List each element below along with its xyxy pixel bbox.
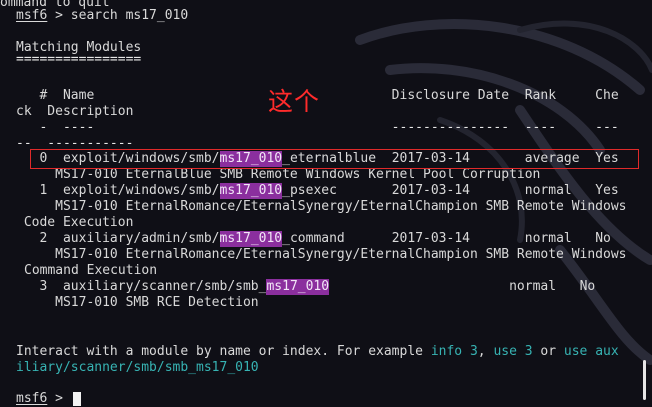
use-aux-command-link[interactable]: use aux bbox=[564, 344, 619, 360]
msf-prompt: msf6 bbox=[16, 8, 48, 23]
title-underline-text: ================ bbox=[16, 52, 142, 67]
use-aux-command-link-wrap[interactable]: iliary/scanner/smb/smb_ms17_010 bbox=[16, 360, 259, 376]
table-row[interactable]: 3 auxiliary/scanner/smb/smb_ ms17_010 no… bbox=[16, 279, 595, 295]
module-path-suffix: _command bbox=[282, 231, 392, 246]
annotation-highlight-box bbox=[30, 149, 639, 169]
rank: normal bbox=[524, 183, 596, 198]
annotation-note: 这个 bbox=[268, 87, 321, 116]
terminal-window[interactable]: ommand to quit msf6 > search ms17_010 Ma… bbox=[0, 0, 652, 406]
description-text: MS17-010 EternalBlue SMB Remote Windows … bbox=[16, 167, 541, 182]
search-match-highlight: ms17_010 bbox=[219, 231, 283, 247]
row-description: MS17-010 SMB RCE Detection bbox=[16, 295, 259, 311]
row-description: MS17-010 EternalBlue SMB Remote Windows … bbox=[16, 167, 540, 183]
interact-hint-wrap-line: iliary/scanner/smb/smb_ms17_010 bbox=[16, 360, 259, 376]
or-text: or bbox=[532, 344, 564, 359]
rank: normal bbox=[524, 231, 596, 246]
row-index: 2 bbox=[16, 231, 63, 246]
module-path-suffix bbox=[329, 279, 509, 295]
title-underline: ================ bbox=[16, 52, 141, 68]
info-command-link[interactable]: info 3 bbox=[431, 344, 478, 360]
table-header-line-2: ck Description bbox=[16, 104, 133, 120]
interact-hint-line: Interact with a module by name or index.… bbox=[16, 344, 619, 360]
row-index: 1 bbox=[16, 183, 63, 198]
table-rule-text-1: - ---- --------------- ---- --- bbox=[16, 120, 619, 135]
block-cursor-icon bbox=[72, 392, 81, 406]
table-row[interactable]: 2 auxiliary/admin/smb/ ms17_010 _command… bbox=[16, 231, 611, 247]
module-path-prefix: auxiliary/scanner/smb/smb_ bbox=[62, 279, 267, 294]
row-description-wrap: Command Execution bbox=[24, 263, 157, 279]
check: Yes bbox=[595, 183, 619, 198]
module-path-prefix: auxiliary/admin/smb/ bbox=[62, 231, 220, 246]
row-description: MS17-010 EternalRomance/EternalSynergy/E… bbox=[16, 247, 626, 263]
separator-text: , bbox=[477, 344, 494, 359]
search-command-line: msf6 > search ms17_010 bbox=[16, 8, 188, 24]
table-rule-line-1: - ---- --------------- ---- --- bbox=[16, 120, 619, 136]
disclosure-date: 2017-03-14 bbox=[391, 231, 525, 246]
rank: normal bbox=[509, 279, 580, 294]
prompt-arrow: > bbox=[47, 391, 71, 406]
check: No bbox=[595, 231, 611, 246]
check: No bbox=[579, 279, 596, 294]
active-prompt-line[interactable]: msf6 > bbox=[16, 391, 81, 407]
search-match-highlight: ms17_010 bbox=[219, 183, 283, 199]
description-wrap-text: Code Execution bbox=[16, 215, 134, 230]
terminal-scrollbar[interactable] bbox=[643, 360, 646, 400]
search-match-highlight: ms17_010 bbox=[266, 279, 330, 295]
table-header-text-2: ck Description bbox=[16, 104, 134, 119]
row-index: 3 bbox=[16, 279, 63, 294]
disclosure-date: 2017-03-14 bbox=[391, 183, 525, 198]
interact-hint-text: Interact with a module by name or index.… bbox=[16, 344, 431, 359]
description-text: MS17-010 EternalRomance/EternalSynergy/E… bbox=[16, 199, 627, 214]
module-path-suffix: _psexec bbox=[282, 183, 392, 198]
module-path-prefix: exploit/windows/smb/ bbox=[62, 183, 220, 198]
table-row[interactable]: 1 exploit/windows/smb/ ms17_010 _psexec … bbox=[16, 183, 619, 199]
use-command-link[interactable]: use 3 bbox=[493, 344, 532, 360]
msf-prompt: msf6 bbox=[16, 391, 48, 406]
search-command: > search ms17_010 bbox=[47, 8, 189, 23]
description-text: MS17-010 SMB RCE Detection bbox=[16, 295, 259, 310]
row-description: MS17-010 EternalRomance/EternalSynergy/E… bbox=[16, 199, 626, 215]
description-text: MS17-010 EternalRomance/EternalSynergy/E… bbox=[16, 247, 627, 262]
row-description-wrap: Code Execution bbox=[16, 215, 134, 231]
description-wrap-text: Command Execution bbox=[24, 263, 158, 278]
